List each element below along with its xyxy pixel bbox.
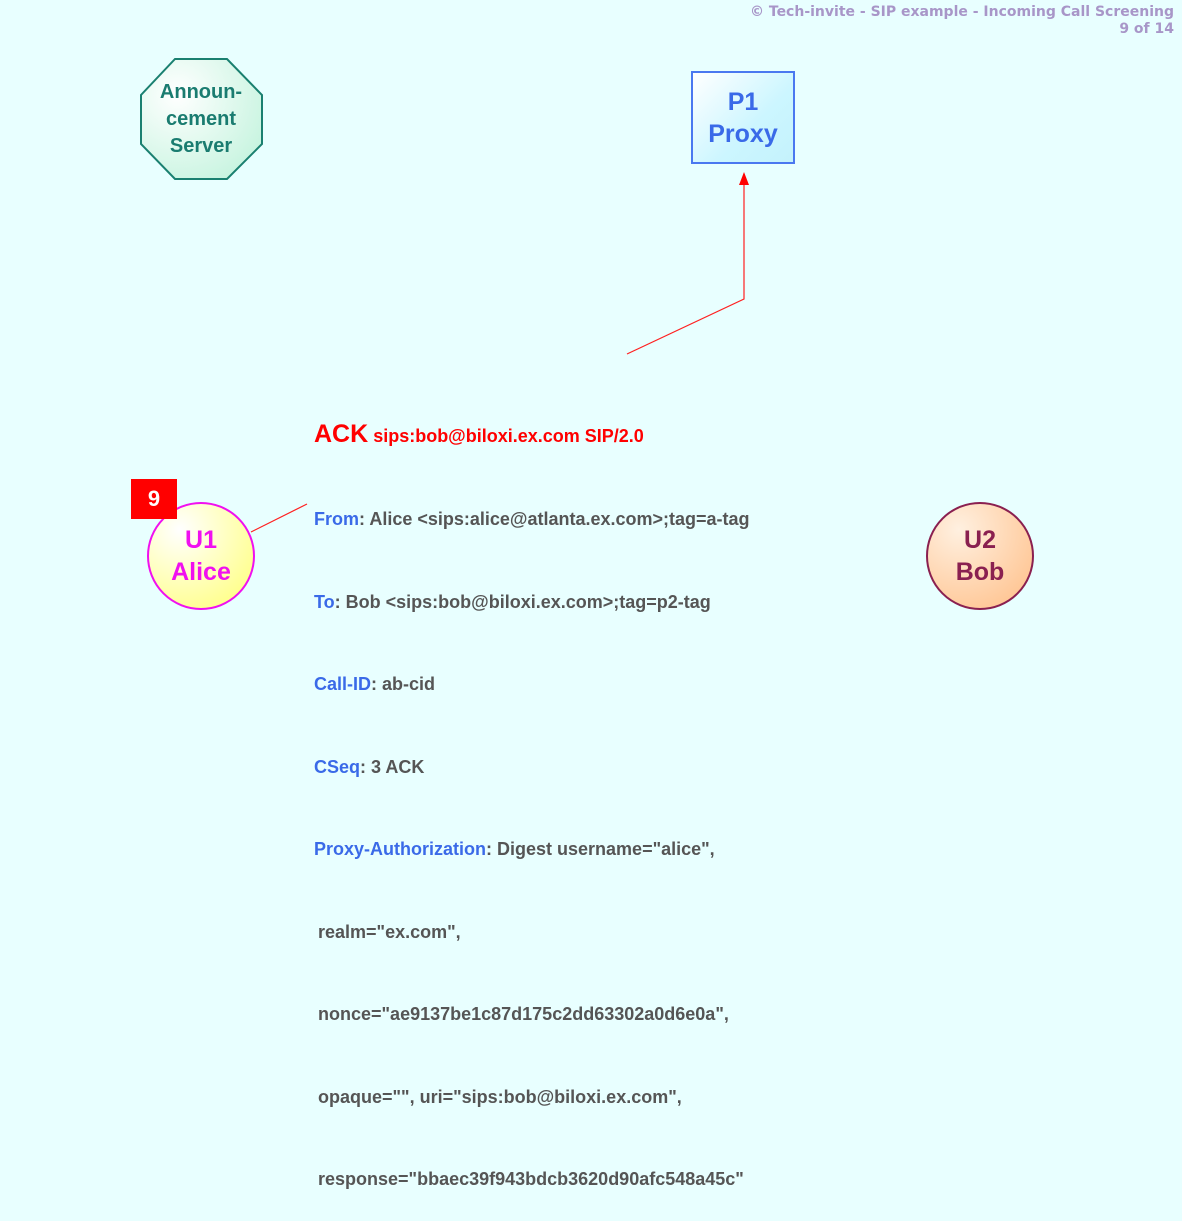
flow-arrow-line bbox=[626, 184, 745, 355]
announcement-label-line-1: Announ- bbox=[159, 80, 243, 103]
alice-label-line-2: Alice bbox=[171, 558, 231, 586]
header-name: Proxy-Authorization bbox=[314, 839, 487, 859]
header-value: : ab-cid bbox=[371, 674, 436, 694]
bob-label-line-1: U2 bbox=[964, 526, 996, 554]
header-proxy-authorization: Proxy-Authorization: Digest username="al… bbox=[314, 836, 750, 864]
header-continuation: nonce="ae9137be1c87d175c2dd63302a0d6e0a"… bbox=[318, 1004, 729, 1024]
alice-label-line-1: U1 bbox=[185, 526, 217, 554]
alice-connector-line bbox=[250, 503, 308, 533]
proxy-label-line-1: P1 bbox=[727, 87, 759, 116]
header-name: To bbox=[314, 591, 335, 612]
header-value: : 3 ACK bbox=[360, 756, 425, 777]
header-continuation: opaque="", uri="sips:bob@biloxi.ex.com", bbox=[318, 1086, 682, 1107]
announcement-server-node: Announ- cement Server bbox=[140, 58, 262, 180]
arrowhead-icon bbox=[739, 172, 749, 185]
header-name: Call-ID bbox=[314, 674, 372, 694]
header-continuation: realm="ex.com", bbox=[318, 921, 461, 942]
bob-node: U2 Bob bbox=[927, 503, 1033, 609]
request-uri: sips:bob@biloxi.ex.com SIP/2.0 bbox=[373, 426, 644, 446]
header-from: From: Alice <sips:alice@atlanta.ex.com>;… bbox=[314, 506, 750, 534]
proxy-label-line-2: Proxy bbox=[708, 119, 778, 148]
request-line: ACK sips:bob@biloxi.ex.com SIP/2.0 bbox=[314, 419, 750, 451]
step-number-badge: 9 bbox=[131, 479, 177, 519]
sip-method: ACK bbox=[314, 420, 369, 448]
proxy-node: P1 Proxy bbox=[691, 71, 795, 164]
header-name: CSeq bbox=[314, 756, 361, 777]
header-continuation: response="bbaec39f943bdcb3620d90afc548a4… bbox=[318, 1169, 744, 1189]
header-call-id: Call-ID: ab-cid bbox=[314, 671, 750, 699]
header-value: : Digest username="alice", bbox=[486, 839, 715, 859]
header-value: : Alice <sips:alice@atlanta.ex.com>;tag=… bbox=[359, 509, 750, 529]
header-value: : Bob <sips:bob@biloxi.ex.com>;tag=p2-ta… bbox=[334, 591, 711, 612]
announcement-label-line-2: cement bbox=[165, 107, 237, 130]
sip-message: ACK sips:bob@biloxi.ex.com SIP/2.0 From:… bbox=[314, 364, 750, 1221]
bob-label-line-2: Bob bbox=[955, 558, 1005, 586]
header-cseq: CSeq: 3 ACK bbox=[314, 754, 750, 782]
header-to: To: Bob <sips:bob@biloxi.ex.com>;tag=p2-… bbox=[314, 589, 750, 617]
header-name: From bbox=[314, 509, 359, 529]
announcement-label-line-3: Server bbox=[169, 134, 233, 157]
